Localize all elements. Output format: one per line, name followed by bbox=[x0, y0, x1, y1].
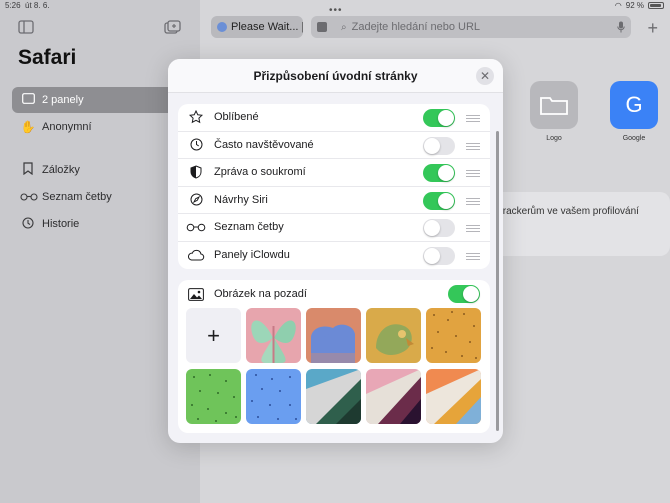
glasses-icon bbox=[20, 190, 38, 204]
section-row-siri-suggestions: Návrhy Siri bbox=[178, 187, 490, 214]
reorder-handle-icon[interactable] bbox=[466, 252, 480, 260]
clock-icon bbox=[186, 138, 206, 151]
shield-icon bbox=[186, 165, 206, 179]
cloud-icon bbox=[186, 249, 206, 261]
dialog-title: Přizpůsobení úvodní stránky bbox=[253, 69, 418, 83]
favorite-label: Logo bbox=[546, 135, 562, 142]
star-icon bbox=[186, 110, 206, 124]
microphone-icon[interactable] bbox=[617, 21, 625, 36]
status-bar: 5:26 út 8. 6. ◠ 92 % bbox=[0, 0, 670, 12]
tab-title: Please Wait... | bbox=[231, 21, 303, 33]
wallpaper-green-dots[interactable] bbox=[186, 369, 241, 424]
wallpaper-bear[interactable] bbox=[306, 308, 361, 363]
section-row-reading-list: Seznam četby bbox=[178, 214, 490, 242]
search-icon: ⌕ bbox=[341, 21, 347, 33]
tab-overview-icon[interactable] bbox=[164, 20, 182, 36]
privacy-report-card[interactable]: trackerům ve vašem profilování bbox=[490, 192, 670, 256]
dialog-header: Přizpůsobení úvodní stránky ✕ bbox=[168, 59, 503, 93]
privacy-report-toggle[interactable] bbox=[423, 164, 455, 182]
glasses-icon bbox=[186, 223, 206, 232]
hand-icon: ✋ bbox=[20, 120, 36, 134]
icloud-tabs-toggle[interactable] bbox=[423, 246, 455, 265]
plus-icon: + bbox=[207, 322, 220, 348]
new-tab-icon[interactable]: + bbox=[647, 18, 658, 39]
sidebar-item-label: Anonymní bbox=[42, 121, 92, 133]
section-row-frequently-visited: Často navštěvované bbox=[178, 132, 490, 159]
privacy-report-icon[interactable] bbox=[317, 22, 327, 32]
wifi-icon: ◠ bbox=[614, 1, 622, 10]
favorites-toggle[interactable] bbox=[423, 109, 455, 127]
wallpaper-parrot[interactable] bbox=[366, 308, 421, 363]
reorder-handle-icon[interactable] bbox=[466, 225, 480, 232]
favorite-tile-google[interactable]: G bbox=[610, 81, 658, 129]
bookmark-icon bbox=[20, 162, 36, 178]
tabs-icon bbox=[20, 93, 36, 107]
reorder-handle-icon[interactable] bbox=[466, 142, 480, 150]
photo-icon bbox=[186, 287, 206, 301]
reorder-handle-icon[interactable] bbox=[466, 115, 480, 122]
tab-bar: Please Wait... | ⌕ Zadejte hledání nebo … bbox=[200, 14, 670, 42]
wallpaper-folds-purple[interactable] bbox=[366, 369, 421, 424]
section-label: Často navštěvované bbox=[214, 138, 314, 151]
favorite-tile-logo[interactable] bbox=[530, 81, 578, 129]
sidebar-item-label: Historie bbox=[42, 218, 80, 230]
battery-icon bbox=[648, 2, 664, 9]
url-placeholder: Zadejte hledání nebo URL bbox=[351, 21, 481, 33]
background-image-label: Obrázek na pozadí bbox=[214, 288, 307, 300]
tab-favicon-icon bbox=[217, 22, 227, 32]
favorite-label: Google bbox=[622, 135, 646, 142]
sidebar-title: Safari bbox=[18, 46, 77, 69]
siri-suggestions-toggle[interactable] bbox=[423, 191, 455, 210]
section-label: Oblíbené bbox=[214, 111, 259, 124]
background-image-section: Obrázek na pozadí + bbox=[178, 280, 490, 433]
section-label: Panely iClowdu bbox=[214, 249, 290, 262]
background-image-row: Obrázek na pozadí bbox=[178, 280, 490, 308]
background-image-toggle[interactable] bbox=[448, 285, 480, 303]
status-time: 5:26 út 8. 6. bbox=[5, 1, 50, 10]
section-row-privacy-report: Zpráva o soukromí bbox=[178, 159, 490, 187]
sidebar-item-label: Seznam četby bbox=[42, 191, 112, 203]
reorder-handle-icon[interactable] bbox=[466, 170, 480, 177]
battery-percent: 92 % bbox=[625, 1, 644, 10]
customize-start-page-dialog: Přizpůsobení úvodní stránky ✕ Oblíbené Č… bbox=[168, 59, 503, 443]
sidebar-toggle-icon[interactable] bbox=[18, 20, 36, 36]
url-bar[interactable]: ⌕ Zadejte hledání nebo URL bbox=[311, 16, 631, 38]
folder-icon bbox=[540, 97, 568, 115]
section-label: Zpráva o soukromí bbox=[214, 166, 306, 179]
section-row-icloud-tabs: Panely iClowdu bbox=[178, 242, 490, 270]
section-row-favorites: Oblíbené bbox=[178, 104, 490, 132]
compass-icon bbox=[186, 193, 206, 206]
wallpaper-folds-orange[interactable] bbox=[426, 369, 481, 424]
sidebar-item-label: 2 panely bbox=[42, 94, 84, 106]
section-label: Návrhy Siri bbox=[214, 193, 268, 206]
wallpaper-folds-green[interactable] bbox=[306, 369, 361, 424]
wallpaper-orange-dots[interactable] bbox=[426, 308, 481, 363]
frequently-visited-toggle[interactable] bbox=[423, 136, 455, 155]
clock-icon bbox=[20, 216, 36, 232]
sidebar-item-label: Záložky bbox=[42, 164, 80, 176]
tab-current[interactable]: Please Wait... | bbox=[211, 16, 303, 38]
privacy-report-text: trackerům ve vašem profilování bbox=[500, 206, 639, 217]
reorder-handle-icon[interactable] bbox=[466, 197, 480, 205]
wallpaper-butterfly[interactable] bbox=[246, 308, 301, 363]
reading-list-toggle[interactable] bbox=[423, 219, 455, 237]
wallpaper-blue-dots[interactable] bbox=[246, 369, 301, 424]
dialog-scrollbar[interactable] bbox=[496, 131, 499, 431]
google-glyph: G bbox=[625, 92, 643, 117]
sections-list: Oblíbené Často navštěvované Zpráva o sou… bbox=[178, 104, 490, 269]
section-label: Seznam četby bbox=[214, 221, 284, 234]
close-button[interactable]: ✕ bbox=[476, 67, 494, 85]
close-icon: ✕ bbox=[479, 69, 491, 83]
add-wallpaper-button[interactable]: + bbox=[186, 308, 241, 363]
